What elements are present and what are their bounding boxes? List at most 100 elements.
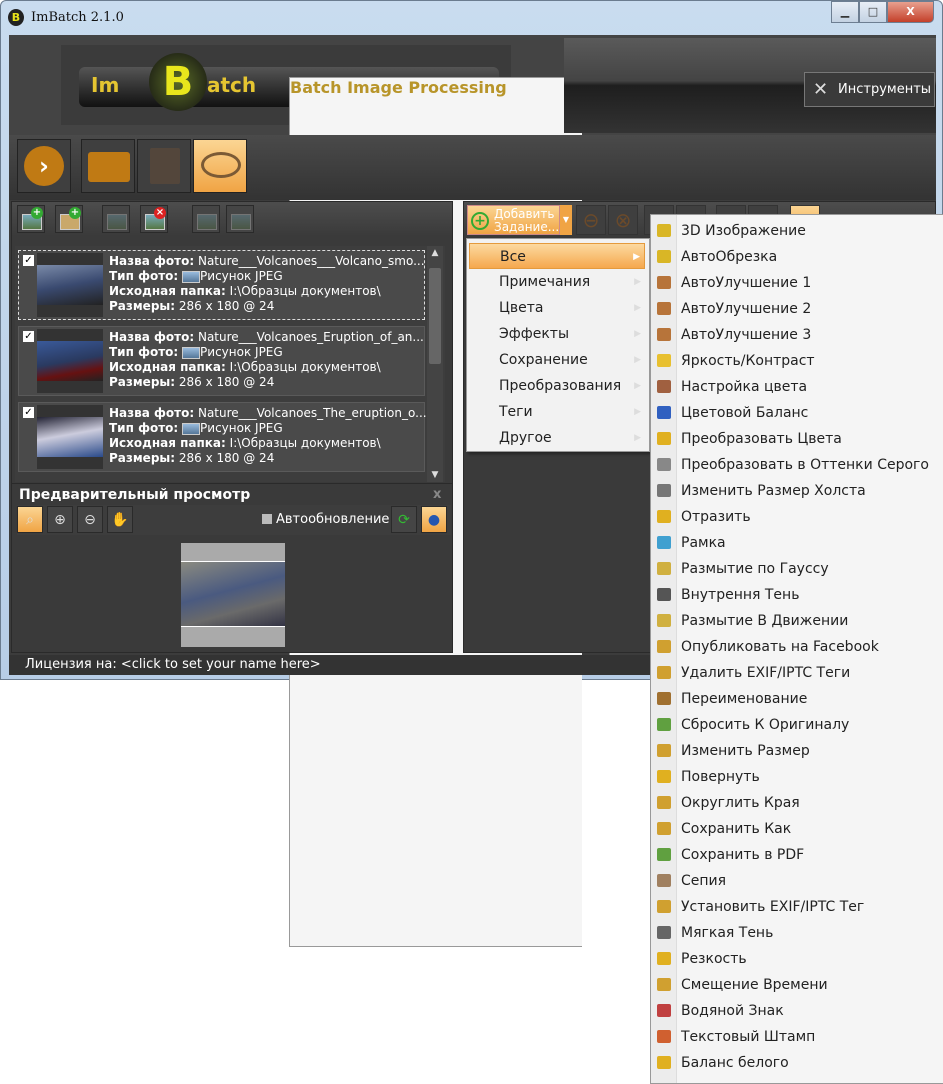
list-item[interactable]: ✓ Назва фото: Nature___Volcanoes___Volca… [18,250,425,320]
submenu-item[interactable]: Цветовой Баланс [651,400,943,426]
submenu-item[interactable]: Водяной Знак [651,998,943,1024]
submenu-item-label: АвтоОбрезка [681,249,778,265]
menu-item-all[interactable]: Все ▶ [469,243,645,269]
clear-list-button[interactable]: × [140,205,168,233]
sphere-button[interactable]: ● [421,506,447,533]
list-item[interactable]: ✓ Назва фото: Nature___Volcanoes_The_eru… [18,402,427,472]
refresh-button[interactable]: ⟳ [391,506,417,533]
task-icon [657,926,671,939]
submenu-item[interactable]: Повернуть [651,764,943,790]
submenu-item[interactable]: АвтоУлучшение 2 [651,296,943,322]
move-down-button[interactable] [226,205,254,233]
add-task-button[interactable]: + Добавить Задание... [467,205,560,235]
submenu-item[interactable]: АвтоУлучшение 1 [651,270,943,296]
task-icon [657,302,671,315]
menu-item-colors[interactable]: Цвета ▶ [469,295,645,321]
submenu-item[interactable]: Опубликовать на Facebook [651,634,943,660]
submenu-item[interactable]: Преобразовать в Оттенки Серого [651,452,943,478]
submenu-item[interactable]: Изменить Размер [651,738,943,764]
menu-item-other[interactable]: Другое ▶ [469,425,645,451]
submenu-item[interactable]: Мягкая Тень [651,920,943,946]
submenu-item[interactable]: Преобразовать Цвета [651,426,943,452]
submenu-item[interactable]: Яркость/Контраст [651,348,943,374]
thumbnail [37,253,103,317]
run-button[interactable]: › [17,139,71,193]
menu-item-tags[interactable]: Теги ▶ [469,399,645,425]
save-button[interactable] [137,139,191,193]
menu-item-notes[interactable]: Примечания ▶ [469,269,645,295]
scroll-thumb[interactable] [429,268,441,364]
auto-update-checkbox[interactable]: Автообновление [262,512,389,527]
submenu-item-label: 3D Изображение [681,223,806,239]
submenu-item[interactable]: Сбросить К Оригиналу [651,712,943,738]
move-up-button[interactable] [192,205,220,233]
submenu-item-label: Текстовый Штамп [681,1029,816,1045]
add-task-dropdown[interactable]: ▼ [560,205,572,235]
preview-close-button[interactable]: x [433,487,441,502]
menu-item-transforms[interactable]: Преобразования ▶ [469,373,645,399]
submenu-item[interactable]: Размытие по Гауссу [651,556,943,582]
submenu-item[interactable]: Резкость [651,946,943,972]
minimize-button[interactable]: ▁ [831,1,859,23]
wrench-icon: ✕ [813,79,829,100]
scroll-up-icon[interactable]: ▲ [427,248,443,258]
submenu-item[interactable]: Сепия [651,868,943,894]
submenu-item[interactable]: Сохранить Как [651,816,943,842]
add-folder-button[interactable]: + [55,205,83,233]
task-icon [657,978,671,991]
close-button[interactable]: X [887,1,934,23]
list-scrollbar[interactable]: ▲ ▼ [427,246,443,482]
submenu-item[interactable]: Рамка [651,530,943,556]
maximize-button[interactable]: □ [859,1,887,23]
preview-toggle-button[interactable] [193,139,247,193]
submenu-item[interactable]: Округлить Края [651,790,943,816]
submenu-item[interactable]: Установить EXIF/IPTC Тег [651,894,943,920]
clear-tasks-button[interactable]: ⊗ [608,205,638,235]
zoom-in-button[interactable]: ⊕ [47,506,73,533]
remove-image-button[interactable] [102,205,130,233]
zoom-fit-button[interactable]: ⌕ [17,506,43,533]
item-checkbox[interactable]: ✓ [23,407,34,418]
submenu-item[interactable]: Внутрення Тень [651,582,943,608]
submenu-item[interactable]: 3D Изображение [651,218,943,244]
task-submenu: 3D Изображение АвтоОбрезка АвтоУлучшение 1… [650,214,943,1084]
task-icon [657,718,671,731]
submenu-item[interactable]: Переименование [651,686,943,712]
pan-hand-button[interactable]: ✋ [107,506,133,533]
open-button[interactable] [81,139,135,193]
plus-icon: + [471,212,489,230]
submenu-item-label: Изменить Размер Холста [681,483,866,499]
submenu-item-label: Яркость/Контраст [681,353,815,369]
submenu-item[interactable]: Настройка цвета [651,374,943,400]
task-icon [657,1004,671,1017]
submenu-item-label: Преобразовать в Оттенки Серого [681,457,929,473]
menu-item-saving[interactable]: Сохранение ▶ [469,347,645,373]
submenu-item[interactable]: Сохранить в PDF [651,842,943,868]
submenu-item[interactable]: Отразить [651,504,943,530]
delete-icon: × [154,207,166,219]
add-image-button[interactable]: + [17,205,45,233]
tools-button[interactable]: ✕ Инструменты [804,72,935,107]
submenu-item-label: Настройка цвета [681,379,808,395]
task-icon [657,952,671,965]
list-item[interactable]: ✓ Назва фото: Nature___Volcanoes_Eruptio… [18,326,425,396]
submenu-item-label: Сепия [681,873,727,889]
submenu-item[interactable]: АвтоОбрезка [651,244,943,270]
menu-item-effects[interactable]: Эффекты ▶ [469,321,645,347]
submenu-item[interactable]: Размытие В Движении [651,608,943,634]
submenu-item[interactable]: Смещение Времени [651,972,943,998]
task-icon [657,328,671,341]
submenu-item[interactable]: АвтоУлучшение 3 [651,322,943,348]
item-checkbox[interactable]: ✓ [23,331,34,342]
task-icon [657,666,671,679]
submenu-item[interactable]: Баланс белого [651,1050,943,1076]
task-icon [657,640,671,653]
submenu-item[interactable]: Удалить EXIF/IPTC Теги [651,660,943,686]
item-checkbox[interactable]: ✓ [23,255,34,266]
remove-task-button[interactable]: ⊖ [576,205,606,235]
submenu-item[interactable]: Изменить Размер Холста [651,478,943,504]
zoom-out-button[interactable]: ⊖ [77,506,103,533]
scroll-down-icon[interactable]: ▼ [427,470,443,480]
task-icon [657,510,671,523]
submenu-item[interactable]: Текстовый Штамп [651,1024,943,1050]
